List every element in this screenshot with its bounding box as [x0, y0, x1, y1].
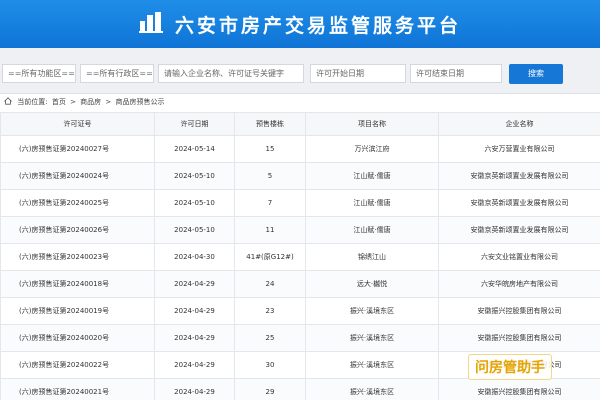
- building-cell: 29: [234, 378, 306, 400]
- table-row[interactable]: (六)房预售证第20240025号 2024-05-10 7 江山赋·儒唐 安徽…: [0, 189, 600, 217]
- building-logo-icon: [138, 12, 163, 33]
- project-name-cell[interactable]: 锦绣江山: [305, 243, 439, 271]
- company-name-cell: 六安万营置业有限公司: [438, 135, 600, 163]
- table-row[interactable]: (六)房预售证第20240018号 2024-04-29 24 远大·樾悦 六安…: [0, 270, 600, 298]
- breadcrumb-separator: >: [105, 98, 112, 106]
- table-row[interactable]: (六)房预售证第20240027号 2024-05-14 15 万兴滨江府 六安…: [0, 135, 600, 163]
- table-row[interactable]: (六)房预售证第20240024号 2024-05-10 5 江山赋·儒唐 安徽…: [0, 162, 600, 190]
- breadcrumb-presale-notice: 商品房预售公示: [115, 98, 165, 106]
- company-name-cell: 安徽京英新颂置业发展有限公司: [438, 216, 600, 244]
- permit-no-cell[interactable]: (六)房预售证第20240023号: [0, 243, 155, 271]
- permit-date-cell: 2024-04-29: [154, 270, 235, 298]
- breadcrumb: 当前位置: 首页 > 商品房 > 商品房预售公示: [0, 95, 600, 110]
- permit-date-cell: 2024-05-10: [154, 189, 235, 217]
- table-header-row: 许可证号 许可日期 预售楼栋 项目名称 企业名称: [0, 112, 600, 136]
- building-cell: 23: [234, 297, 306, 325]
- project-name-cell[interactable]: 江山赋·儒唐: [305, 216, 439, 244]
- permit-no-cell[interactable]: (六)房预售证第20240024号: [0, 162, 155, 190]
- building-cell: 15: [234, 135, 306, 163]
- company-name-cell: 安徽振兴控股集团有限公司: [438, 324, 600, 352]
- company-name-cell: 六安文业铭置业有限公司: [438, 243, 600, 271]
- project-name-cell[interactable]: 振兴·溪境东区: [305, 324, 439, 352]
- building-cell: 24: [234, 270, 306, 298]
- table-row[interactable]: (六)房预售证第20240026号 2024-05-10 11 江山赋·儒唐 安…: [0, 216, 600, 244]
- project-name-cell[interactable]: 远大·樾悦: [305, 270, 439, 298]
- table-row[interactable]: (六)房预售证第20240021号 2024-04-29 29 振兴·溪境东区 …: [0, 378, 600, 400]
- permit-date-cell: 2024-04-29: [154, 324, 235, 352]
- filter-bar: ==所有功能区== ==所有行政区== 请输入企业名称、许可证号关键字 许可开始…: [0, 48, 600, 94]
- company-name-cell: 六安华皖房地产有限公司: [438, 270, 600, 298]
- start-date-input[interactable]: 许可开始日期: [310, 64, 406, 83]
- permit-no-cell[interactable]: (六)房预售证第20240027号: [0, 135, 155, 163]
- permit-no-cell[interactable]: (六)房预售证第20240019号: [0, 297, 155, 325]
- permit-date-cell: 2024-05-14: [154, 135, 235, 163]
- permit-no-cell[interactable]: (六)房预售证第20240018号: [0, 270, 155, 298]
- permit-date-cell: 2024-04-30: [154, 243, 235, 271]
- permit-date-cell: 2024-04-29: [154, 351, 235, 379]
- search-button[interactable]: 搜索: [509, 64, 563, 84]
- col-presale-building: 预售楼栋: [234, 112, 306, 136]
- table-row[interactable]: (六)房预售证第20240020号 2024-04-29 25 振兴·溪境东区 …: [0, 324, 600, 352]
- permit-no-cell[interactable]: (六)房预售证第20240021号: [0, 378, 155, 400]
- watermark-logo: 问房管助手: [468, 354, 552, 380]
- table-row[interactable]: (六)房预售证第20240023号 2024-04-30 41#(原G12#) …: [0, 243, 600, 271]
- breadcrumb-commercial-housing[interactable]: 商品房: [80, 98, 101, 106]
- breadcrumb-prefix: 当前位置:: [17, 98, 48, 106]
- building-cell: 41#(原G12#): [234, 243, 306, 271]
- breadcrumb-home[interactable]: 首页: [52, 98, 66, 106]
- keyword-search-input[interactable]: 请输入企业名称、许可证号关键字: [158, 64, 304, 83]
- project-name-cell[interactable]: 江山赋·儒唐: [305, 162, 439, 190]
- permit-date-cell: 2024-05-10: [154, 162, 235, 190]
- company-name-cell: 安徽京英新颂置业发展有限公司: [438, 162, 600, 190]
- permit-no-cell[interactable]: (六)房预售证第20240022号: [0, 351, 155, 379]
- col-company-name: 企业名称: [438, 112, 600, 136]
- home-icon: [4, 97, 12, 105]
- project-name-cell[interactable]: 振兴·溪境东区: [305, 378, 439, 400]
- breadcrumb-separator: >: [70, 98, 76, 106]
- permit-date-cell: 2024-04-29: [154, 297, 235, 325]
- district-select[interactable]: ==所有行政区==: [80, 64, 154, 83]
- company-name-cell: 安徽振兴控股集团有限公司: [438, 378, 600, 400]
- company-name-cell: 安徽京英新颂置业发展有限公司: [438, 189, 600, 217]
- permit-no-cell[interactable]: (六)房预售证第20240026号: [0, 216, 155, 244]
- project-name-cell[interactable]: 万兴滨江府: [305, 135, 439, 163]
- site-header: 六安市房产交易监管服务平台: [0, 0, 600, 48]
- permit-date-cell: 2024-04-29: [154, 378, 235, 400]
- building-cell: 30: [234, 351, 306, 379]
- col-project-name: 项目名称: [305, 112, 439, 136]
- permit-no-cell[interactable]: (六)房预售证第20240025号: [0, 189, 155, 217]
- col-permit-no: 许可证号: [0, 112, 155, 136]
- project-name-cell[interactable]: 振兴·溪境东区: [305, 351, 439, 379]
- permit-date-cell: 2024-05-10: [154, 216, 235, 244]
- end-date-input[interactable]: 许可结束日期: [410, 64, 502, 83]
- site-title: 六安市房产交易监管服务平台: [174, 14, 461, 37]
- building-cell: 11: [234, 216, 306, 244]
- function-area-select[interactable]: ==所有功能区==: [2, 64, 76, 83]
- table-row[interactable]: (六)房预售证第20240019号 2024-04-29 23 振兴·溪境东区 …: [0, 297, 600, 325]
- project-name-cell[interactable]: 江山赋·儒唐: [305, 189, 439, 217]
- building-cell: 25: [234, 324, 306, 352]
- project-name-cell[interactable]: 振兴·溪境东区: [305, 297, 439, 325]
- col-permit-date: 许可日期: [154, 112, 235, 136]
- building-cell: 5: [234, 162, 306, 190]
- building-cell: 7: [234, 189, 306, 217]
- permit-no-cell[interactable]: (六)房预售证第20240020号: [0, 324, 155, 352]
- company-name-cell: 安徽振兴控股集团有限公司: [438, 297, 600, 325]
